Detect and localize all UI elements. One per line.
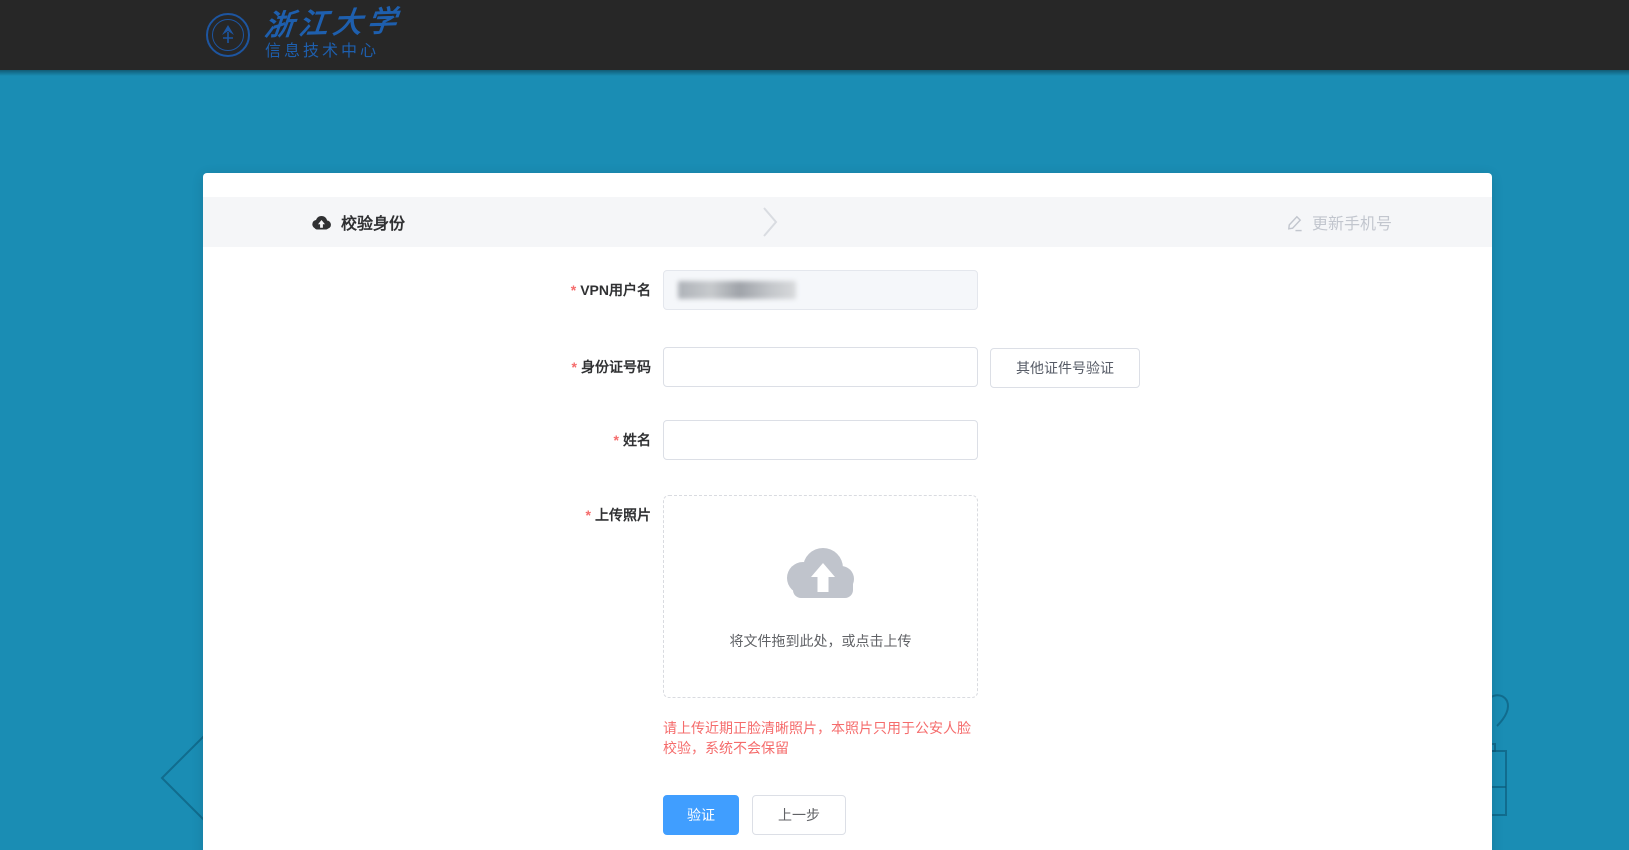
chevron-right-icon <box>763 207 778 237</box>
step-update-phone: 更新手机号 <box>1285 197 1392 247</box>
required-marker: * <box>570 282 577 298</box>
required-marker: * <box>585 507 591 523</box>
university-name: 浙江大学 <box>263 5 403 43</box>
upload-dropzone[interactable]: 将文件拖到此处，或点击上传 <box>663 495 978 698</box>
dropzone-text: 将文件拖到此处，或点击上传 <box>729 633 912 649</box>
step-bar: 校验身份 更新手机号 <box>203 197 1492 247</box>
name-row: * 姓名 <box>203 420 1492 460</box>
step2-label: 更新手机号 <box>1311 216 1392 233</box>
verification-card: 校验身份 更新手机号 * VPN用户名 * 身份证号码 其他证件号验证 * 姓名… <box>203 173 1492 850</box>
upload-tip-text: 请上传近期正脸清晰照片，本照片只用于公安人脸校验，系统不会保留 <box>663 720 971 756</box>
step-verify-identity: 校验身份 <box>311 197 405 247</box>
cloud-upload-dark-icon <box>312 215 331 229</box>
cloud-upload-icon <box>786 548 854 598</box>
vpn-username-input[interactable] <box>663 270 978 310</box>
zju-seal-icon <box>206 13 250 57</box>
step1-label: 校验身份 <box>341 216 406 233</box>
vpn-username-row: * VPN用户名 <box>203 270 1492 310</box>
upload-photo-label: * 上传照片 <box>585 507 651 523</box>
header-shadow <box>0 70 1629 76</box>
department-name: 信息技术中心 <box>265 43 380 60</box>
required-marker: * <box>613 432 619 448</box>
id-number-input[interactable] <box>663 347 978 387</box>
name-label: * 姓名 <box>613 432 651 448</box>
required-marker: * <box>571 359 577 375</box>
logo-text-block: 浙江大学 信息技术中心 <box>263 5 403 62</box>
pencil-icon <box>1287 215 1302 231</box>
id-number-label: * 身份证号码 <box>571 359 651 375</box>
other-id-verify-button[interactable]: 其他证件号验证 <box>990 348 1140 388</box>
verify-button[interactable]: 验证 <box>663 795 739 835</box>
zju-logo[interactable]: 浙江大学 信息技术中心 <box>205 5 403 62</box>
id-number-row: * 身份证号码 其他证件号验证 <box>203 347 1492 388</box>
header-bar: 浙江大学 信息技术中心 <box>0 0 1629 70</box>
vpn-username-label: * VPN用户名 <box>570 282 651 298</box>
previous-step-button[interactable]: 上一步 <box>752 795 846 835</box>
name-input[interactable] <box>663 420 978 460</box>
